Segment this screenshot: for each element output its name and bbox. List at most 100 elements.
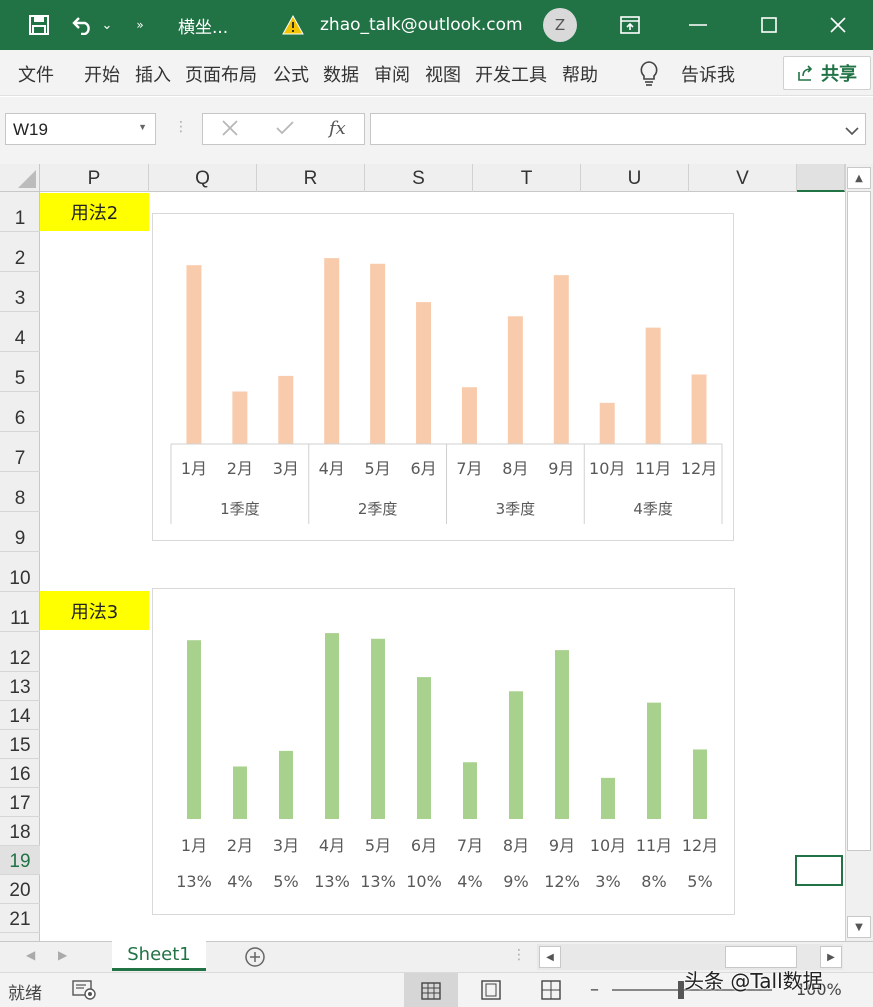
enter-icon[interactable] [275,120,295,140]
page-break-view-icon[interactable] [541,980,561,1004]
row-header-17[interactable]: 17 [0,788,40,817]
data-label-10: 3% [595,872,620,891]
tick-label-11: 11月 [636,836,672,855]
row-header-12[interactable]: 12 [0,632,40,672]
chart-1[interactable]: 1月 2月 3月 4月 5月 6月 7月 8月 9月 10月 11月 12月 1季度 2季度 3季度 4季度 [152,213,734,541]
row-header-6[interactable]: 6 [0,392,40,432]
sheet-tab-sheet1[interactable]: Sheet1 [112,941,206,971]
tab-page-layout[interactable]: 页面布局 [185,61,257,87]
row-header-19[interactable]: 19 [0,846,40,875]
tick-label-8: 8月 [503,836,529,855]
row-header-14[interactable]: 14 [0,701,40,730]
add-sheet-icon[interactable] [244,946,266,972]
lightbulb-icon[interactable] [638,60,660,91]
bar-7 [461,387,477,444]
tab-data[interactable]: 数据 [323,61,359,87]
row-header-16[interactable]: 16 [0,759,40,788]
select-all-corner[interactable] [0,164,40,192]
cell-p1[interactable]: 用法2 [40,193,149,231]
row-header-18[interactable]: 18 [0,817,40,846]
row-header-7[interactable]: 7 [0,432,40,472]
insert-function-icon[interactable]: fx [329,118,346,139]
tick-label-1: 1月 [181,836,207,855]
column-header-w[interactable] [797,164,845,192]
sheet-grid[interactable]: 用法2 用法3 1月 2月 3月 4月 5月 6月 7月 8月 9月 10月 11月 12月 1季度 2季… [40,192,845,941]
maximize-icon[interactable] [751,0,787,50]
bar-2 [232,391,248,444]
row-header-3[interactable]: 3 [0,272,40,312]
bar-8 [509,691,523,819]
tell-me-search[interactable]: 告诉我 [681,61,735,87]
tick-label-6: 6月 [410,459,436,478]
next-sheet-icon[interactable]: ▶ [58,948,67,962]
column-header-v[interactable]: V [689,164,797,192]
expand-formula-icon[interactable] [845,121,859,140]
row-header-1[interactable]: 1 [0,192,40,232]
column-header-t[interactable]: T [473,164,581,192]
close-icon[interactable] [820,0,856,50]
column-header-p[interactable]: P [40,164,149,192]
column-header-s[interactable]: S [365,164,473,192]
warning-icon[interactable] [281,0,305,50]
tab-developer[interactable]: 开发工具 [475,61,547,87]
tab-view[interactable]: 视图 [425,61,461,87]
row-header-13[interactable]: 13 [0,672,40,701]
avatar[interactable]: Z [543,8,577,42]
bar-3 [278,375,294,444]
tab-file[interactable]: 文件 [18,61,54,87]
formula-input[interactable] [370,113,866,145]
scroll-down-button[interactable]: ▼ [847,916,871,938]
row-header-15[interactable]: 15 [0,730,40,759]
tab-review[interactable]: 审阅 [374,61,410,87]
column-header-u[interactable]: U [581,164,689,192]
tab-formulas[interactable]: 公式 [273,61,309,87]
vertical-scroll-thumb[interactable] [847,191,871,851]
tick-label-7: 7月 [457,836,483,855]
restore-icon[interactable] [612,0,648,50]
page-layout-view-icon[interactable] [481,980,501,1004]
bar-8 [507,316,523,444]
account-email[interactable]: zhao_talk@outlook.com [320,0,523,50]
bar-11 [645,327,661,444]
name-box[interactable]: W19 ▼ [5,113,156,145]
vertical-scrollbar[interactable]: ▲ ▼ [845,164,873,941]
row-header-9[interactable]: 9 [0,512,40,552]
row-header-5[interactable]: 5 [0,352,40,392]
customize-qat-icon[interactable]: » [130,0,150,50]
tick-label-12: 12月 [681,459,717,478]
tab-help[interactable]: 帮助 [562,61,598,87]
row-header-2[interactable]: 2 [0,232,40,272]
row-header-11[interactable]: 11 [0,592,40,632]
tab-split-grip-icon[interactable]: ⋮ [512,947,526,963]
prev-sheet-icon[interactable]: ◀ [26,948,35,962]
scroll-left-button[interactable]: ◀ [539,946,561,968]
row-headers: 1 2 3 4 5 6 7 8 9 10 11 12 13 14 15 16 17 18 19 20 21 [0,192,40,941]
tab-home[interactable]: 开始 [84,61,120,87]
name-box-dropdown-icon[interactable]: ▼ [138,122,147,132]
row-header-21[interactable]: 21 [0,904,40,933]
row-header-8[interactable]: 8 [0,472,40,512]
tab-insert[interactable]: 插入 [135,61,171,87]
cell-p11[interactable]: 用法3 [40,591,149,630]
macro-record-icon[interactable] [72,980,96,1004]
normal-view-button[interactable] [404,973,458,1007]
share-button[interactable]: 共享 [783,56,871,90]
tick-label-2: 2月 [227,459,253,478]
zoom-out-icon[interactable]: – [590,979,599,1000]
undo-dropdown-icon[interactable]: ⌄ [98,0,116,50]
column-header-r[interactable]: R [257,164,365,192]
chart-2[interactable]: 1月 2月 3月 4月 5月 6月 7月 8月 9月 10月 11月 12月 13% 4% 5% 13% 13%… [152,588,735,915]
active-cell-w19[interactable] [795,855,843,886]
undo-icon[interactable] [68,0,98,50]
column-header-q[interactable]: Q [149,164,257,192]
row-header-10[interactable]: 10 [0,552,40,592]
tick-label-7: 7月 [456,459,482,478]
row-header-4[interactable]: 4 [0,312,40,352]
cancel-icon[interactable] [221,119,239,141]
scroll-right-button[interactable]: ▶ [820,946,842,968]
scroll-up-button[interactable]: ▲ [847,167,871,189]
save-icon[interactable] [24,0,54,50]
formula-bar-grip-icon[interactable]: ⋮ [174,119,188,135]
row-header-20[interactable]: 20 [0,875,40,904]
minimize-icon[interactable] [680,0,716,50]
